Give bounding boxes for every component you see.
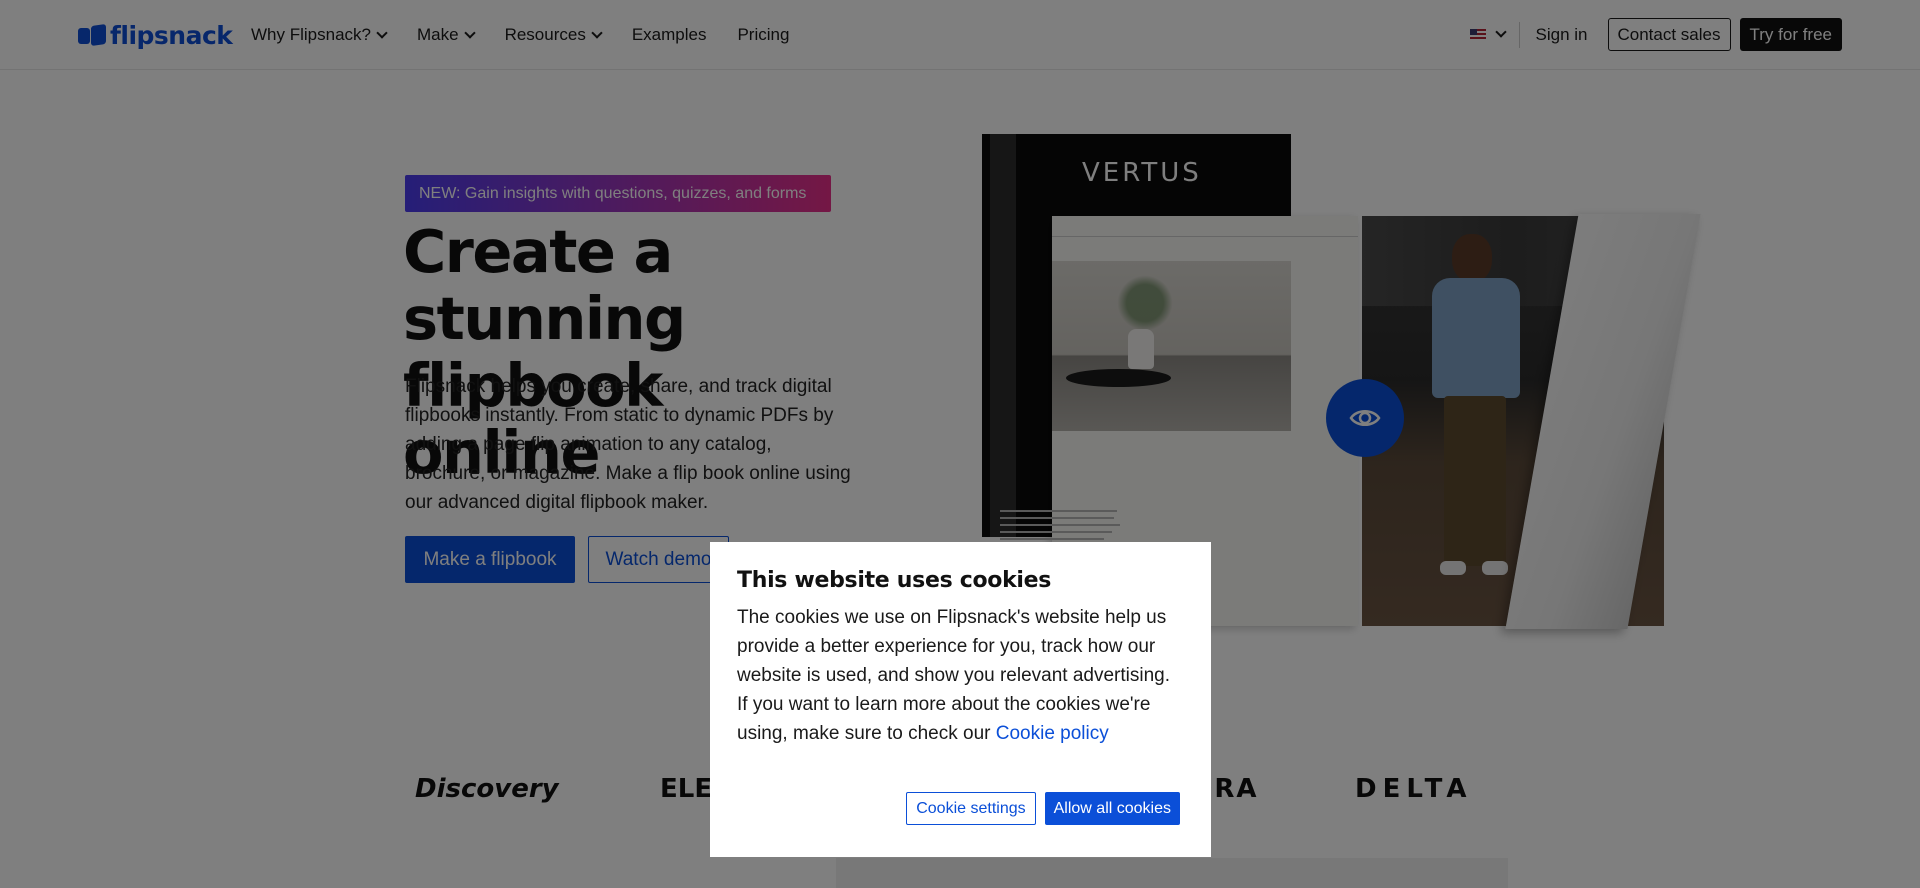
cookie-consent-modal: This website uses cookies The cookies we… — [710, 542, 1211, 857]
cookie-modal-actions: Cookie settings Allow all cookies — [906, 792, 1180, 825]
cookie-settings-button[interactable]: Cookie settings — [906, 792, 1036, 825]
cookie-modal-title: This website uses cookies — [737, 568, 1052, 593]
cookie-policy-link[interactable]: Cookie policy — [996, 723, 1109, 744]
allow-all-cookies-button[interactable]: Allow all cookies — [1044, 792, 1180, 825]
cookie-modal-body: The cookies we use on Flipsnack's websit… — [737, 607, 1171, 744]
